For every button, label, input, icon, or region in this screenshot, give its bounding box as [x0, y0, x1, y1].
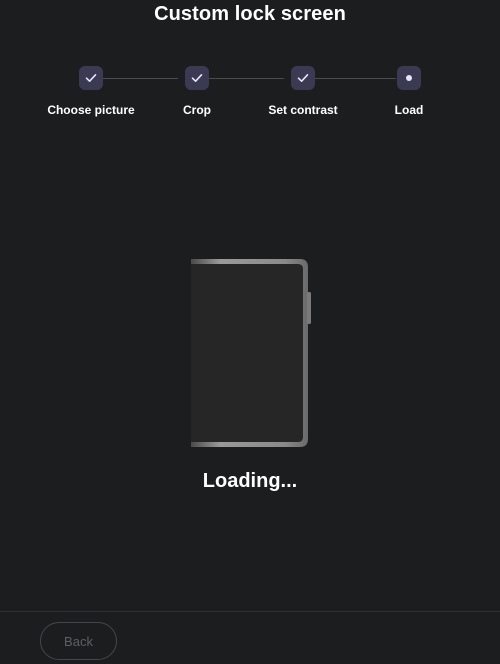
step-1-indicator: [79, 66, 103, 90]
step-2-indicator: [185, 66, 209, 90]
check-icon: [85, 74, 97, 82]
step-connector: [209, 78, 284, 79]
step-label-choose-picture: Choose picture: [47, 103, 135, 117]
phone-icon: [191, 259, 311, 447]
step-3-indicator: [291, 66, 315, 90]
phone-illustration: [186, 256, 314, 450]
check-icon: [191, 74, 203, 82]
dot-icon: [406, 75, 412, 81]
step-label-load: Load: [394, 103, 424, 117]
back-button[interactable]: Back: [40, 622, 117, 660]
loading-status: Loading...: [202, 470, 298, 492]
footer-divider: [0, 611, 500, 612]
progress-stepper: Choose picture Crop Set contrast Load: [0, 0, 500, 130]
step-4-indicator: [397, 66, 421, 90]
step-label-set-contrast: Set contrast: [268, 103, 338, 117]
check-icon: [297, 74, 309, 82]
step-label-crop: Crop: [183, 103, 211, 117]
step-connector: [315, 78, 396, 79]
step-connector: [103, 78, 178, 79]
